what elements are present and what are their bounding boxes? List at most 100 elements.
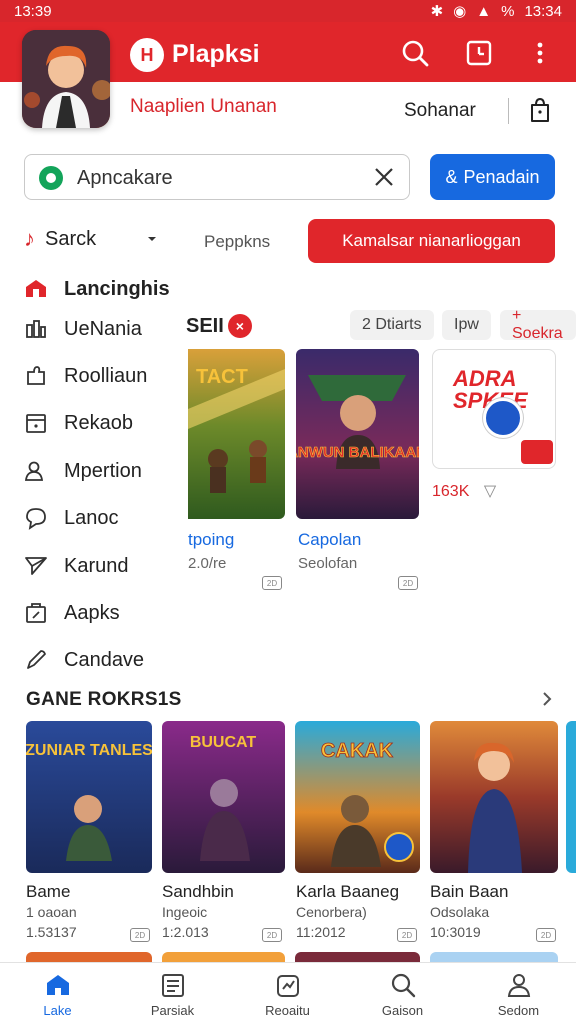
status-bar: 13:39 ✱ ◉ ▲ % 13:34 (0, 0, 576, 22)
profile-icon (507, 973, 530, 997)
card-title-1[interactable]: Capolan (298, 530, 361, 550)
card-image-1[interactable]: ANWUN BALIKAAN (296, 349, 419, 519)
game-image-0[interactable]: ZUNIAR TANLES (26, 721, 152, 873)
game-sub-0: 1 oaoan (26, 904, 77, 920)
google-logo-icon (39, 166, 63, 190)
more-vert-icon[interactable] (525, 38, 555, 68)
game-title-2[interactable]: Karla Baaneg (296, 882, 399, 902)
chip-0[interactable]: 2 Dtiarts (350, 310, 434, 340)
game-image-2[interactable]: CAKAK (295, 721, 420, 873)
tab-profile[interactable]: Sedom (461, 963, 576, 1024)
tab-search[interactable]: Gaison (345, 963, 460, 1024)
wifi-icon: ◉ (453, 3, 467, 20)
tab-label: Gaison (381, 1002, 424, 1018)
spike-count: 163K ▽ (432, 481, 496, 501)
sidebar-item-7[interactable]: Aapks (24, 598, 120, 628)
sidebar-item-4[interactable]: Mpertion (24, 456, 142, 486)
pen-icon (27, 650, 46, 669)
tab-label: Parsiak (150, 1002, 195, 1018)
spike-emblem (483, 398, 523, 438)
card-sub-0: 2.0/re (188, 555, 227, 572)
game-title-0[interactable]: Bame (26, 882, 70, 902)
app-logo: H (130, 38, 164, 72)
chevron-down-icon[interactable]: ▽ (484, 483, 496, 500)
sidebar-item-label: Mpertion (64, 459, 142, 482)
section-badge: × (227, 314, 252, 338)
tab-home[interactable]: Lake (0, 963, 115, 1024)
game-art-title: ZUNIAR TANLES (26, 742, 152, 759)
app-root: 13:39 ✱ ◉ ▲ % 13:34 H Plapksi Naaplien U… (0, 0, 576, 1024)
game-sub-2: Cenorbera) (296, 904, 367, 920)
card-art-title: ANWUN BALIKAAN (296, 444, 419, 461)
chevron-down-icon[interactable] (146, 232, 158, 244)
spike-count-text: 163K (432, 483, 470, 500)
button-prefix: & (445, 166, 458, 187)
close-icon[interactable] (373, 166, 395, 188)
sidebar-item-0[interactable]: Lancinghis (24, 274, 170, 304)
spike-tag-icon (521, 440, 553, 464)
music-note-icon: ♪ (24, 226, 35, 251)
clock-square-icon[interactable] (464, 38, 494, 68)
game-image-1[interactable]: BUUCAT (162, 721, 285, 873)
apps-icon (26, 603, 46, 623)
status-time-right: 13:34 (524, 2, 562, 20)
chip-2[interactable]: + Soekra (500, 307, 576, 342)
filter-primary-label: Sarck (45, 227, 97, 250)
sidebar-item-5[interactable]: Lanoc (24, 503, 119, 533)
filter-secondary[interactable]: Peppkns (204, 232, 270, 252)
game-image-peek[interactable] (566, 721, 576, 873)
game-badge-1: 2D (262, 928, 282, 942)
app-avatar[interactable] (22, 30, 110, 128)
search-submit-button[interactable]: & Penadain (430, 154, 555, 200)
spike-card[interactable]: ADRA SPKEE (432, 349, 556, 469)
game-title-3[interactable]: Bain Baan (430, 882, 508, 902)
sidebar-item-2[interactable]: Roolliaun (24, 361, 147, 391)
bluetooth-icon: ✱ (430, 3, 444, 20)
chip-1[interactable]: Ipw (442, 310, 491, 340)
games-section-title: GANE ROKRS1S (26, 689, 182, 710)
sidebar-item-6[interactable]: Karund (24, 551, 129, 581)
bag-icon[interactable] (528, 97, 552, 123)
status-time-left: 13:39 (14, 2, 52, 20)
badge-icon (276, 974, 299, 997)
game-title-1[interactable]: Sandhbin (162, 882, 234, 902)
signal-icon: ▲ (476, 2, 492, 20)
game-sub-3: Odsolaka (430, 904, 490, 920)
app-title: Plapksi (172, 40, 260, 68)
sort-label[interactable]: Sohanar (404, 100, 476, 122)
tab-list[interactable]: Parsiak (115, 963, 230, 1024)
game-image-3[interactable] (430, 721, 558, 873)
game-num-2: 11:2012 (296, 924, 346, 940)
user-icon (24, 461, 44, 481)
puzzle-icon (27, 366, 45, 385)
sidebar-item-label: Aapks (64, 601, 120, 624)
sidebar-item-3[interactable]: Rekaob (24, 408, 133, 438)
chart-icon (26, 320, 46, 338)
sidebar-item-label: Lanoc (64, 506, 119, 529)
red-action-button[interactable]: Kamalsar nianarlioggan (308, 219, 555, 263)
search-input[interactable] (77, 163, 357, 193)
filter-dropdown[interactable]: ♪ Sarck (24, 226, 96, 252)
game-num-0: 1.53137 (26, 924, 77, 940)
bottom-nav: Lake Parsiak Reoaitu Gaison Sedom (0, 962, 576, 1024)
game-num-3: 10:3019 (430, 924, 481, 940)
card-image-0[interactable]: TACT (188, 349, 285, 519)
search-icon[interactable] (400, 38, 430, 68)
chevron-right-icon[interactable] (540, 690, 554, 708)
calendar-icon (26, 414, 46, 433)
game-badge-0: 2D (130, 928, 150, 942)
section-title: SEII × (186, 314, 252, 338)
list-icon (161, 973, 184, 997)
card-badge-0: 2D (262, 576, 282, 590)
card-art-title: TACT (196, 366, 248, 388)
tab-badge[interactable]: Reoaitu (230, 963, 345, 1024)
card-title-0[interactable]: tpoing (188, 530, 234, 550)
game-art-2: CAKAK (295, 721, 420, 873)
sidebar-item-8[interactable]: Candave (24, 645, 144, 675)
next-row-peek-0 (26, 952, 152, 962)
sidebar-item-1[interactable]: UeNania (24, 314, 142, 344)
game-art-0: ZUNIAR TANLES (26, 721, 152, 873)
game-art-title: BUUCAT (190, 734, 257, 751)
card-art-1: ANWUN BALIKAAN (296, 349, 419, 519)
next-row-peek-1 (162, 952, 285, 962)
